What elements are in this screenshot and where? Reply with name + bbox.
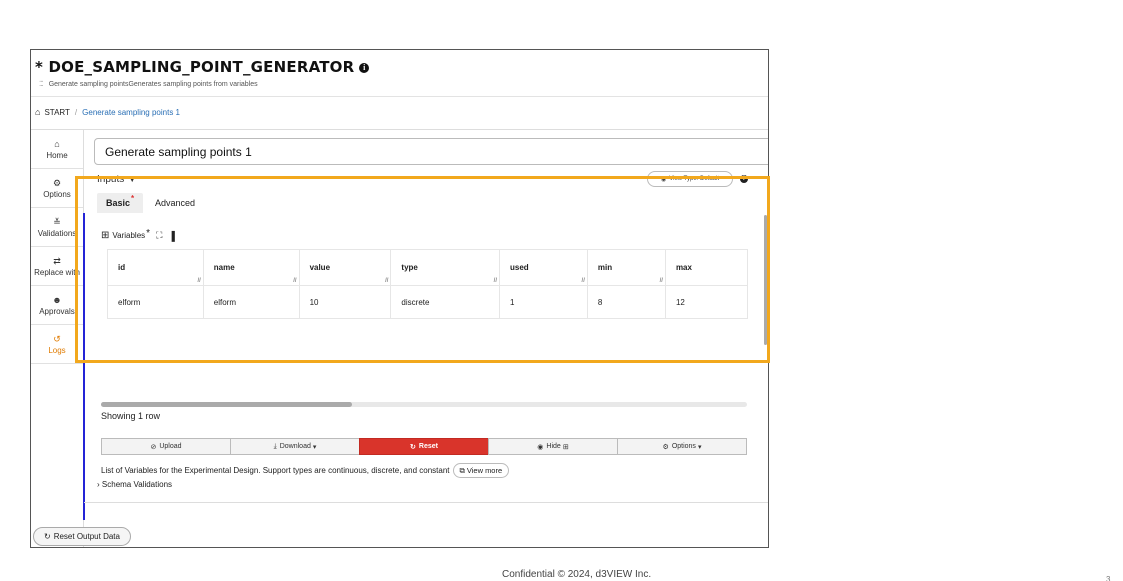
swap-icon: ⇄ <box>53 255 61 266</box>
schema-validations-label: Schema Validations <box>101 480 173 489</box>
options-button[interactable]: ⚙ Options ▾ <box>617 438 747 455</box>
hide-label: Hide <box>546 443 561 450</box>
sampling-points-icon: ⁚⁚⁚ <box>39 81 44 88</box>
sidebar-item-label: Approvals <box>39 306 75 316</box>
sidebar-item-label: Options <box>43 189 71 199</box>
horizontal-scrollbar[interactable] <box>101 402 747 407</box>
schema-validations-toggle[interactable]: › Schema Validations <box>97 480 172 489</box>
app-title: * DOE_SAMPLING_POINT_GENERATOR <box>35 58 355 76</box>
row-count: Showing 1 row <box>101 411 161 421</box>
download-label: Download <box>279 443 311 450</box>
options-label: Options <box>671 443 696 450</box>
refresh-icon: ↻ <box>410 443 416 451</box>
page-title: * DOE_SAMPLING_POINT_GENERATOR i <box>35 56 370 78</box>
page-subtitle: ⁚⁚⁚ Generate sampling pointsGenerates sa… <box>39 80 258 89</box>
reset-output-label: Reset Output Data <box>53 532 120 541</box>
sidebar-item-label: Home <box>46 150 68 160</box>
sidebar-item-label: Validations <box>37 228 77 238</box>
breadcrumb: ⌂ START / Generate sampling points 1 <box>35 107 180 117</box>
external-link-icon: ⧉ <box>459 465 465 475</box>
double-check-icon: ≚ <box>53 216 61 227</box>
chevron-right-icon: › <box>97 480 100 489</box>
sidebar-item-home[interactable]: ⌂ Home <box>31 130 83 169</box>
table-toolbar: ⊘ Upload ⤓ Download ▾ ↻ Reset ◉ Hide ⊞ ⚙ Option… <box>101 438 747 455</box>
gear-icon: ⚙ <box>52 177 62 188</box>
sidebar-item-label: Replace with <box>34 267 80 277</box>
breadcrumb-current[interactable]: Generate sampling points 1 <box>82 108 180 117</box>
reset-output-data-button[interactable]: ↻ Reset Output Data <box>33 527 131 546</box>
description-text: List of Variables for the Experimental D… <box>101 466 450 475</box>
divider <box>31 96 768 97</box>
divider <box>31 129 768 130</box>
reset-button[interactable]: ↻ Reset <box>359 438 489 455</box>
upload-button[interactable]: ⊘ Upload <box>101 438 231 455</box>
breadcrumb-start[interactable]: START <box>44 108 69 117</box>
variables-description: List of Variables for the Experimental D… <box>101 463 510 478</box>
paperclip-icon: ⊘ <box>150 443 157 451</box>
view-more-button[interactable]: ⧉ View more <box>452 463 510 478</box>
footer-text: Confidential © 2024, d3VIEW Inc. <box>502 569 652 580</box>
subtitle-text: Generate sampling pointsGenerates sampli… <box>48 80 258 88</box>
hide-button[interactable]: ◉ Hide ⊞ <box>488 438 618 455</box>
divider <box>84 502 768 503</box>
reset-label: Reset <box>418 443 438 450</box>
caret-down-icon: ▾ <box>697 443 702 451</box>
info-icon[interactable]: i <box>359 63 370 73</box>
table-icon: ⊞ <box>562 443 569 451</box>
user-check-icon: ☻ <box>52 294 62 305</box>
refresh-icon: ↻ <box>44 532 51 541</box>
download-button[interactable]: ⤓ Download ▾ <box>230 438 360 455</box>
caret-down-icon: ▾ <box>312 443 317 451</box>
history-icon: ↺ <box>53 333 61 344</box>
gear-icon: ⚙ <box>662 443 669 451</box>
page-number: 3 <box>1106 575 1111 581</box>
scrollbar-thumb[interactable] <box>101 402 352 407</box>
home-icon: ⌂ <box>54 138 60 149</box>
view-more-label: View more <box>466 466 503 475</box>
eye-icon: ◉ <box>537 443 544 451</box>
upload-label: Upload <box>159 443 182 450</box>
sidebar-item-label: Logs <box>48 345 66 355</box>
highlight-box <box>75 176 770 363</box>
download-icon: ⤓ <box>273 442 277 450</box>
breadcrumb-separator: / <box>74 107 78 117</box>
home-icon[interactable]: ⌂ <box>35 107 40 117</box>
name-input[interactable]: Generate sampling points 1 <box>94 138 768 165</box>
